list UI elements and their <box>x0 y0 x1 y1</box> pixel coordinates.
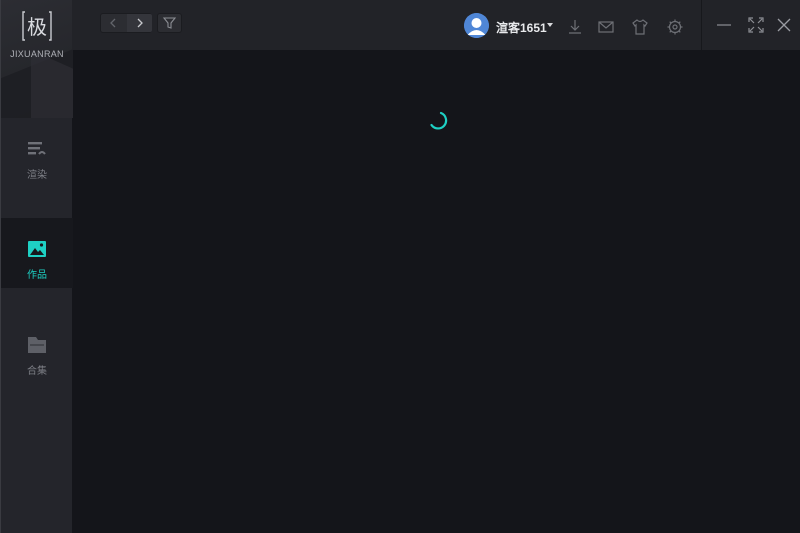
app-window: 极 JIXUANRAN 渲染 作品 合集 渲客1651 <box>0 0 800 533</box>
chevron-right-icon <box>137 18 143 28</box>
top-bar: 渲客1651 <box>72 0 800 50</box>
sidebar-item-render[interactable]: 渲染 <box>1 118 73 188</box>
minimize-icon[interactable] <box>715 16 733 34</box>
image-icon <box>28 241 46 257</box>
tshirt-icon[interactable] <box>631 18 649 36</box>
logo-char: 极 <box>27 15 47 39</box>
download-icon[interactable] <box>566 18 584 36</box>
username[interactable]: 渲客1651 <box>496 19 547 36</box>
folder-icon <box>28 337 46 353</box>
sidebar-item-works[interactable]: 作品 <box>1 218 73 288</box>
forward-button[interactable] <box>127 14 152 32</box>
chevron-left-icon <box>110 18 116 28</box>
close-icon[interactable] <box>775 16 793 34</box>
history-nav <box>100 13 152 33</box>
filter-icon <box>162 17 177 29</box>
filter-button[interactable] <box>157 13 182 33</box>
user-avatar-icon[interactable] <box>464 13 489 38</box>
sidebar-item-label: 合集 <box>27 366 47 377</box>
logo-area: 极 JIXUANRAN <box>1 0 73 118</box>
spinner-icon <box>430 111 448 130</box>
logo-mark: 极 <box>22 11 52 41</box>
gear-icon[interactable] <box>666 18 684 36</box>
back-button[interactable] <box>101 14 126 32</box>
maximize-icon[interactable] <box>747 16 765 34</box>
sidebar-item-collection[interactable]: 合集 <box>1 314 73 384</box>
render-list-icon <box>28 142 46 155</box>
logo-text: JIXUANRAN <box>10 49 64 59</box>
sidebar-item-label: 渲染 <box>27 170 47 181</box>
sidebar-item-label: 作品 <box>27 270 47 281</box>
caret-down-icon[interactable] <box>547 23 553 27</box>
mail-icon[interactable] <box>597 18 615 36</box>
sidebar: 极 JIXUANRAN 渲染 作品 合集 <box>0 0 73 533</box>
toolbar-separator <box>701 0 702 50</box>
